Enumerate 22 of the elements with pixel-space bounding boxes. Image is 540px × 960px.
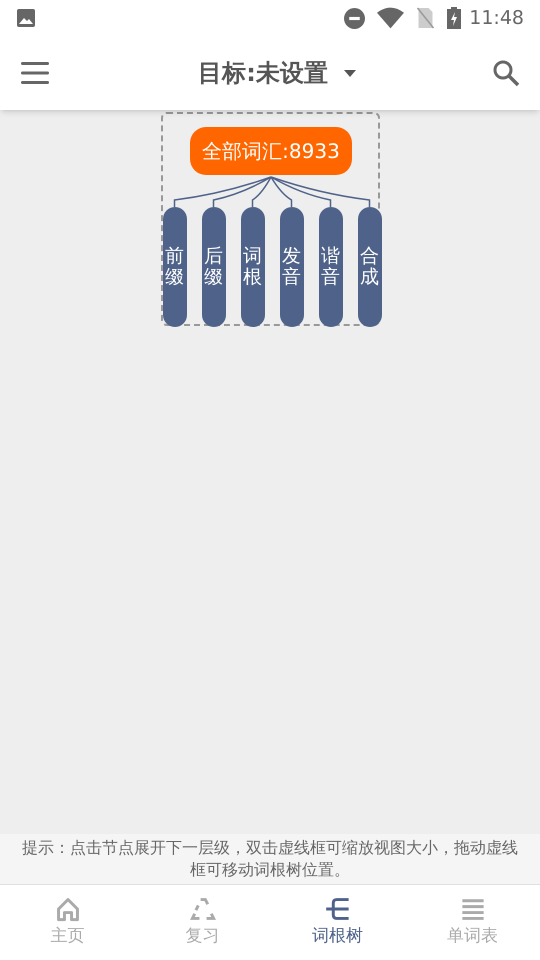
menu-icon[interactable] (20, 60, 50, 86)
tree-icon (324, 896, 350, 922)
no-sim-icon (416, 7, 436, 29)
search-icon[interactable] (492, 59, 520, 87)
status-time: 11:48 (469, 6, 524, 31)
tree-node[interactable]: 前缀 (162, 207, 186, 327)
tree-node[interactable]: 发音 (280, 207, 304, 327)
tree-node[interactable]: 后缀 (202, 207, 226, 327)
goal-title[interactable]: 目标:未设置 (198, 55, 328, 91)
home-icon (54, 896, 80, 922)
hint-text: 提示：点击节点展开下一层级，双击虚线框可缩放视图大小，拖动虚线框可移动词根树位置。 (0, 834, 540, 884)
do-not-disturb-icon (344, 8, 366, 28)
nav-tab[interactable]: 词根树 (270, 885, 405, 960)
recycle-icon (190, 896, 216, 922)
tree-node[interactable]: 合成 (358, 207, 382, 327)
dropdown-caret-icon[interactable] (344, 70, 356, 76)
tree-node[interactable]: 谐音 (318, 207, 342, 327)
wifi-icon (377, 7, 404, 29)
image-icon (16, 8, 36, 28)
battery-charging-icon (447, 7, 462, 29)
tree-frame[interactable]: 全部词汇:8933 前缀 后缀 词根 发音 谐音 合成 (161, 112, 380, 326)
tree-node[interactable]: 词根 (240, 207, 264, 327)
